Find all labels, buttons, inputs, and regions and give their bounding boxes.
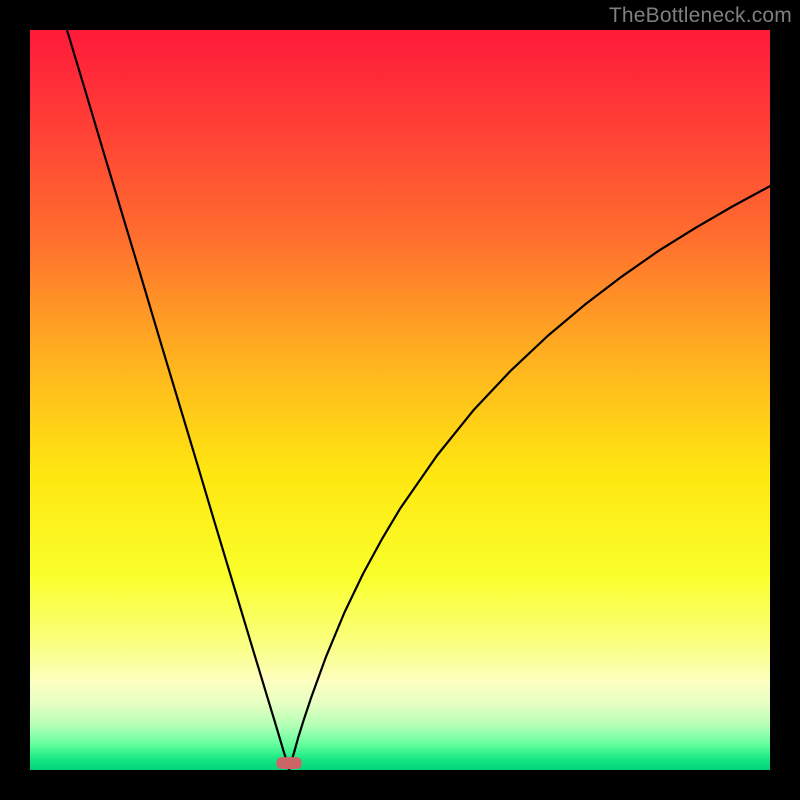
- gradient-background: [30, 30, 770, 770]
- bottleneck-chart-svg: [30, 30, 770, 770]
- plot-area: [30, 30, 770, 770]
- watermark: TheBottleneck.com: [609, 4, 792, 28]
- chart-outer: TheBottleneck.com: [0, 0, 800, 800]
- optimal-marker: [276, 757, 301, 769]
